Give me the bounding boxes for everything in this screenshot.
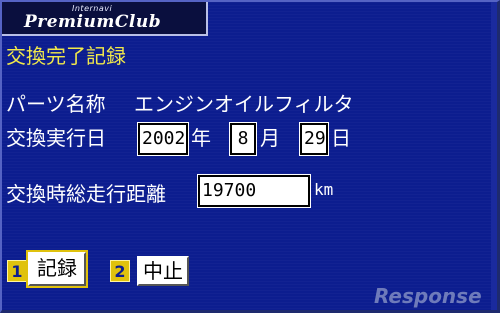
month-unit: 月 xyxy=(260,126,280,150)
total-distance-label: 交換時総走行距離 xyxy=(6,182,166,206)
key-2-badge: 2 xyxy=(110,260,130,282)
scrollbar[interactable] xyxy=(491,2,497,310)
day-input[interactable]: 29 xyxy=(299,122,329,156)
exchange-date-label: 交換実行日 xyxy=(6,126,106,150)
distance-input[interactable]: 19700 xyxy=(197,174,311,208)
year-unit: 年 xyxy=(191,126,211,150)
page-title: 交換完了記録 xyxy=(6,44,126,68)
record-button[interactable]: 記録 xyxy=(26,250,88,288)
key-1-badge: 1 xyxy=(7,260,27,282)
premium-club-screen: Internavi PremiumClub 交換完了記録 パーツ名称 エンジンオ… xyxy=(0,0,500,313)
day-unit: 日 xyxy=(331,126,351,150)
logo-bar: Internavi PremiumClub xyxy=(2,2,208,36)
parts-name-label: パーツ名称 xyxy=(6,92,106,116)
year-input[interactable]: 2002 xyxy=(137,122,189,156)
distance-unit: km xyxy=(314,180,334,199)
premium-club-logo: PremiumClub xyxy=(24,12,162,32)
cancel-button[interactable]: 中止 xyxy=(137,256,189,286)
parts-name-value: エンジンオイルフィルタ xyxy=(134,92,354,116)
response-watermark: Response xyxy=(374,284,482,308)
month-input[interactable]: 8 xyxy=(229,122,257,156)
